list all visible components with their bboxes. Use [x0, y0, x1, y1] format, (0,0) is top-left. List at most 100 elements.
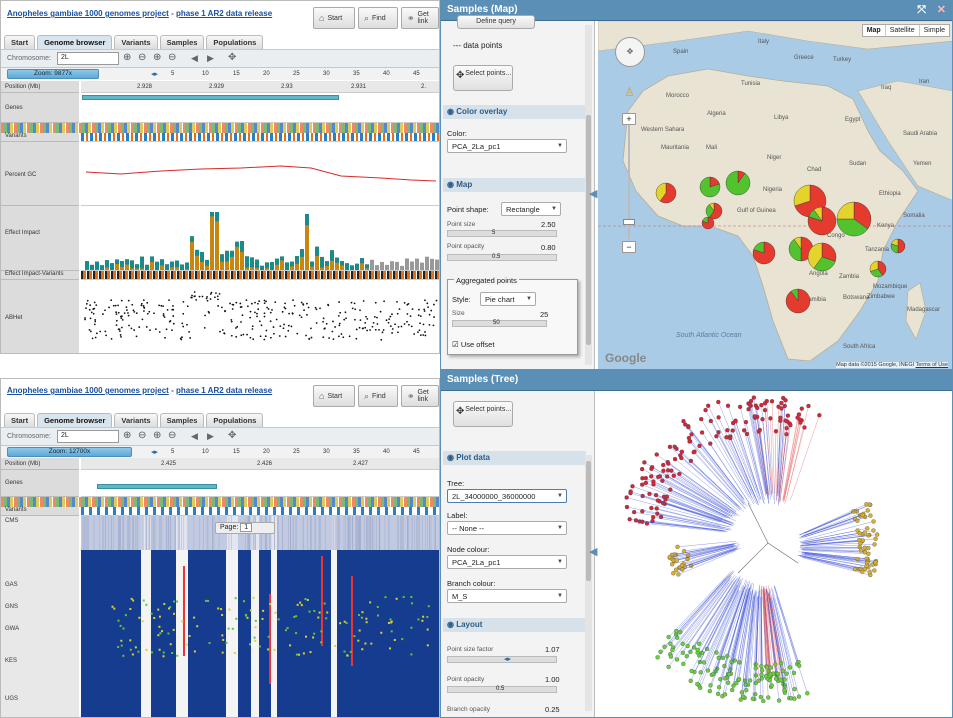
- zoom-in-icon[interactable]: ⊕: [153, 430, 161, 441]
- gene-feature[interactable]: [97, 484, 217, 489]
- tab-variants[interactable]: Variants: [114, 35, 158, 49]
- zoom-slider[interactable]: Zoom: 12700x: [7, 447, 132, 457]
- map-type-satellite[interactable]: Satellite: [886, 25, 920, 36]
- zoom-out-icon[interactable]: ⊖: [168, 430, 176, 441]
- red-clade-node: [649, 466, 654, 471]
- tree-canvas[interactable]: [598, 391, 952, 717]
- zoom-in-icon[interactable]: ⊕: [123, 52, 131, 63]
- zoom-in-icon[interactable]: ⊕: [153, 52, 161, 63]
- abhet-point: [424, 331, 426, 333]
- release-link[interactable]: phase 1 AR2 data release: [176, 386, 272, 395]
- node-colour-select[interactable]: PCA_2La_pc1: [447, 555, 567, 569]
- green-clade-node: [705, 668, 711, 673]
- zoom-out-icon[interactable]: ⊖: [138, 52, 146, 63]
- crosshair-icon[interactable]: ✥: [228, 52, 236, 63]
- section-plot-data[interactable]: ◉ Plot data: [443, 451, 586, 465]
- zoom-slider-handle[interactable]: [623, 219, 635, 225]
- position-slider-handle[interactable]: ◂▸: [151, 448, 158, 456]
- genotype-cell: [254, 619, 257, 622]
- link-icon: ⚭: [407, 390, 415, 401]
- zoom-out-icon[interactable]: ⊖: [138, 430, 146, 441]
- maximize-icon[interactable]: ⤧: [917, 4, 926, 17]
- minus-icon[interactable]: −: [622, 241, 636, 253]
- section-layout[interactable]: ◉ Layout: [443, 618, 586, 632]
- label-select[interactable]: -- None --: [447, 521, 567, 535]
- select-points-button[interactable]: ✥ Select points...: [453, 65, 513, 91]
- project-link[interactable]: Anopheles gambiae 1000 genomes project: [7, 386, 169, 395]
- define-query-button[interactable]: Define query: [457, 15, 535, 29]
- branch-colour-select[interactable]: M_S: [447, 589, 567, 603]
- use-offset-checkbox[interactable]: ☑ Use offset: [452, 340, 494, 349]
- tab-genome-browser[interactable]: Genome browser: [37, 413, 113, 427]
- point-size-factor-slider[interactable]: ◂▸: [447, 656, 557, 663]
- abhet-point: [117, 311, 120, 314]
- close-icon[interactable]: ✕: [937, 3, 946, 16]
- map-canvas[interactable]: Spain Italy Greece Turkey Tunisia Morocco Alge…: [598, 21, 952, 369]
- point-size-slider[interactable]: 5: [447, 230, 557, 237]
- tab-variants[interactable]: Variants: [114, 413, 158, 427]
- point-opacity-slider[interactable]: 0.5: [447, 686, 557, 693]
- population-gns: GNS: [5, 604, 19, 610]
- arrow-left-icon[interactable]: ◀: [191, 431, 198, 442]
- size-slider[interactable]: 50: [452, 320, 547, 327]
- position-slider-handle[interactable]: ◂▸: [151, 70, 158, 78]
- abhet-point: [93, 307, 96, 310]
- tab-populations[interactable]: Populations: [206, 35, 264, 49]
- red-clade-node: [627, 517, 632, 522]
- chevron-left-icon[interactable]: ◀: [589, 187, 597, 203]
- arrow-left-icon[interactable]: ◀: [191, 53, 198, 64]
- style-select[interactable]: Pie chart: [480, 292, 536, 306]
- abhet-point: [314, 306, 317, 309]
- red-clade-red-node: [799, 406, 804, 411]
- chromosome-select[interactable]: 2L: [57, 52, 119, 65]
- arrow-right-icon[interactable]: ▶: [207, 53, 214, 64]
- page-selector[interactable]: Page: 1: [215, 522, 275, 534]
- tab-samples[interactable]: Samples: [159, 35, 205, 49]
- page-input[interactable]: 1: [240, 523, 253, 532]
- abhet-point: [403, 323, 406, 325]
- zoom-slider[interactable]: Zoom: 9877x: [7, 69, 99, 79]
- arrow-right-icon[interactable]: ▶: [207, 431, 214, 442]
- tab-populations[interactable]: Populations: [206, 413, 264, 427]
- map-type-simple[interactable]: Simple: [920, 25, 949, 36]
- zoom-in-icon[interactable]: ⊕: [123, 430, 131, 441]
- panel-scrollbar[interactable]: [585, 455, 592, 711]
- tab-genome-browser[interactable]: Genome browser: [37, 35, 113, 49]
- map-type-map[interactable]: Map: [863, 25, 886, 36]
- start-button[interactable]: ⌂ Start: [313, 385, 355, 407]
- abhet-track: [81, 280, 439, 353]
- select-points-button[interactable]: ✥ Select points...: [453, 401, 513, 427]
- chevron-left-icon[interactable]: ◀: [589, 545, 597, 561]
- point-shape-select[interactable]: Rectangle: [501, 202, 561, 216]
- color-select[interactable]: PCA_2La_pc1: [447, 139, 567, 153]
- abhet-point: [102, 313, 104, 315]
- pegman-icon[interactable]: ♙: [624, 85, 635, 105]
- get-link-button[interactable]: ⚭ Get link: [401, 7, 439, 29]
- tab-start[interactable]: Start: [4, 35, 36, 49]
- chromosome-select[interactable]: 2L: [57, 430, 119, 443]
- gene-feature[interactable]: [82, 95, 339, 100]
- green-clade-node: [685, 643, 690, 649]
- point-opacity-slider[interactable]: 0.5: [447, 254, 557, 261]
- plus-icon[interactable]: +: [622, 113, 636, 125]
- section-map[interactable]: ◉ Map: [443, 178, 586, 192]
- project-link[interactable]: Anopheles gambiae 1000 genomes project: [7, 9, 169, 18]
- find-button[interactable]: ⌕ Find: [358, 385, 398, 407]
- section-color-overlay[interactable]: ◉ Color overlay: [443, 105, 586, 119]
- gold-clade-node: [864, 502, 869, 507]
- tab-samples[interactable]: Samples: [159, 413, 205, 427]
- find-button[interactable]: ⌕ Find: [358, 7, 398, 29]
- get-link-button[interactable]: ⚭ Get link: [401, 385, 439, 407]
- pan-icon[interactable]: ✥: [615, 37, 645, 67]
- crosshair-icon[interactable]: ✥: [228, 430, 236, 441]
- terms-link[interactable]: Terms of Use: [916, 362, 948, 368]
- start-button[interactable]: ⌂ Start: [313, 7, 355, 29]
- release-link[interactable]: phase 1 AR2 data release: [176, 9, 272, 18]
- genotype-cell: [196, 625, 199, 628]
- impact-bar-high: [195, 249, 199, 256]
- link-icon: ⚭: [407, 12, 415, 23]
- zoom-out-icon[interactable]: ⊖: [168, 52, 176, 63]
- abhet-point: [206, 296, 208, 298]
- tree-select[interactable]: 2L_34000000_36000000: [447, 489, 567, 503]
- tab-start[interactable]: Start: [4, 413, 36, 427]
